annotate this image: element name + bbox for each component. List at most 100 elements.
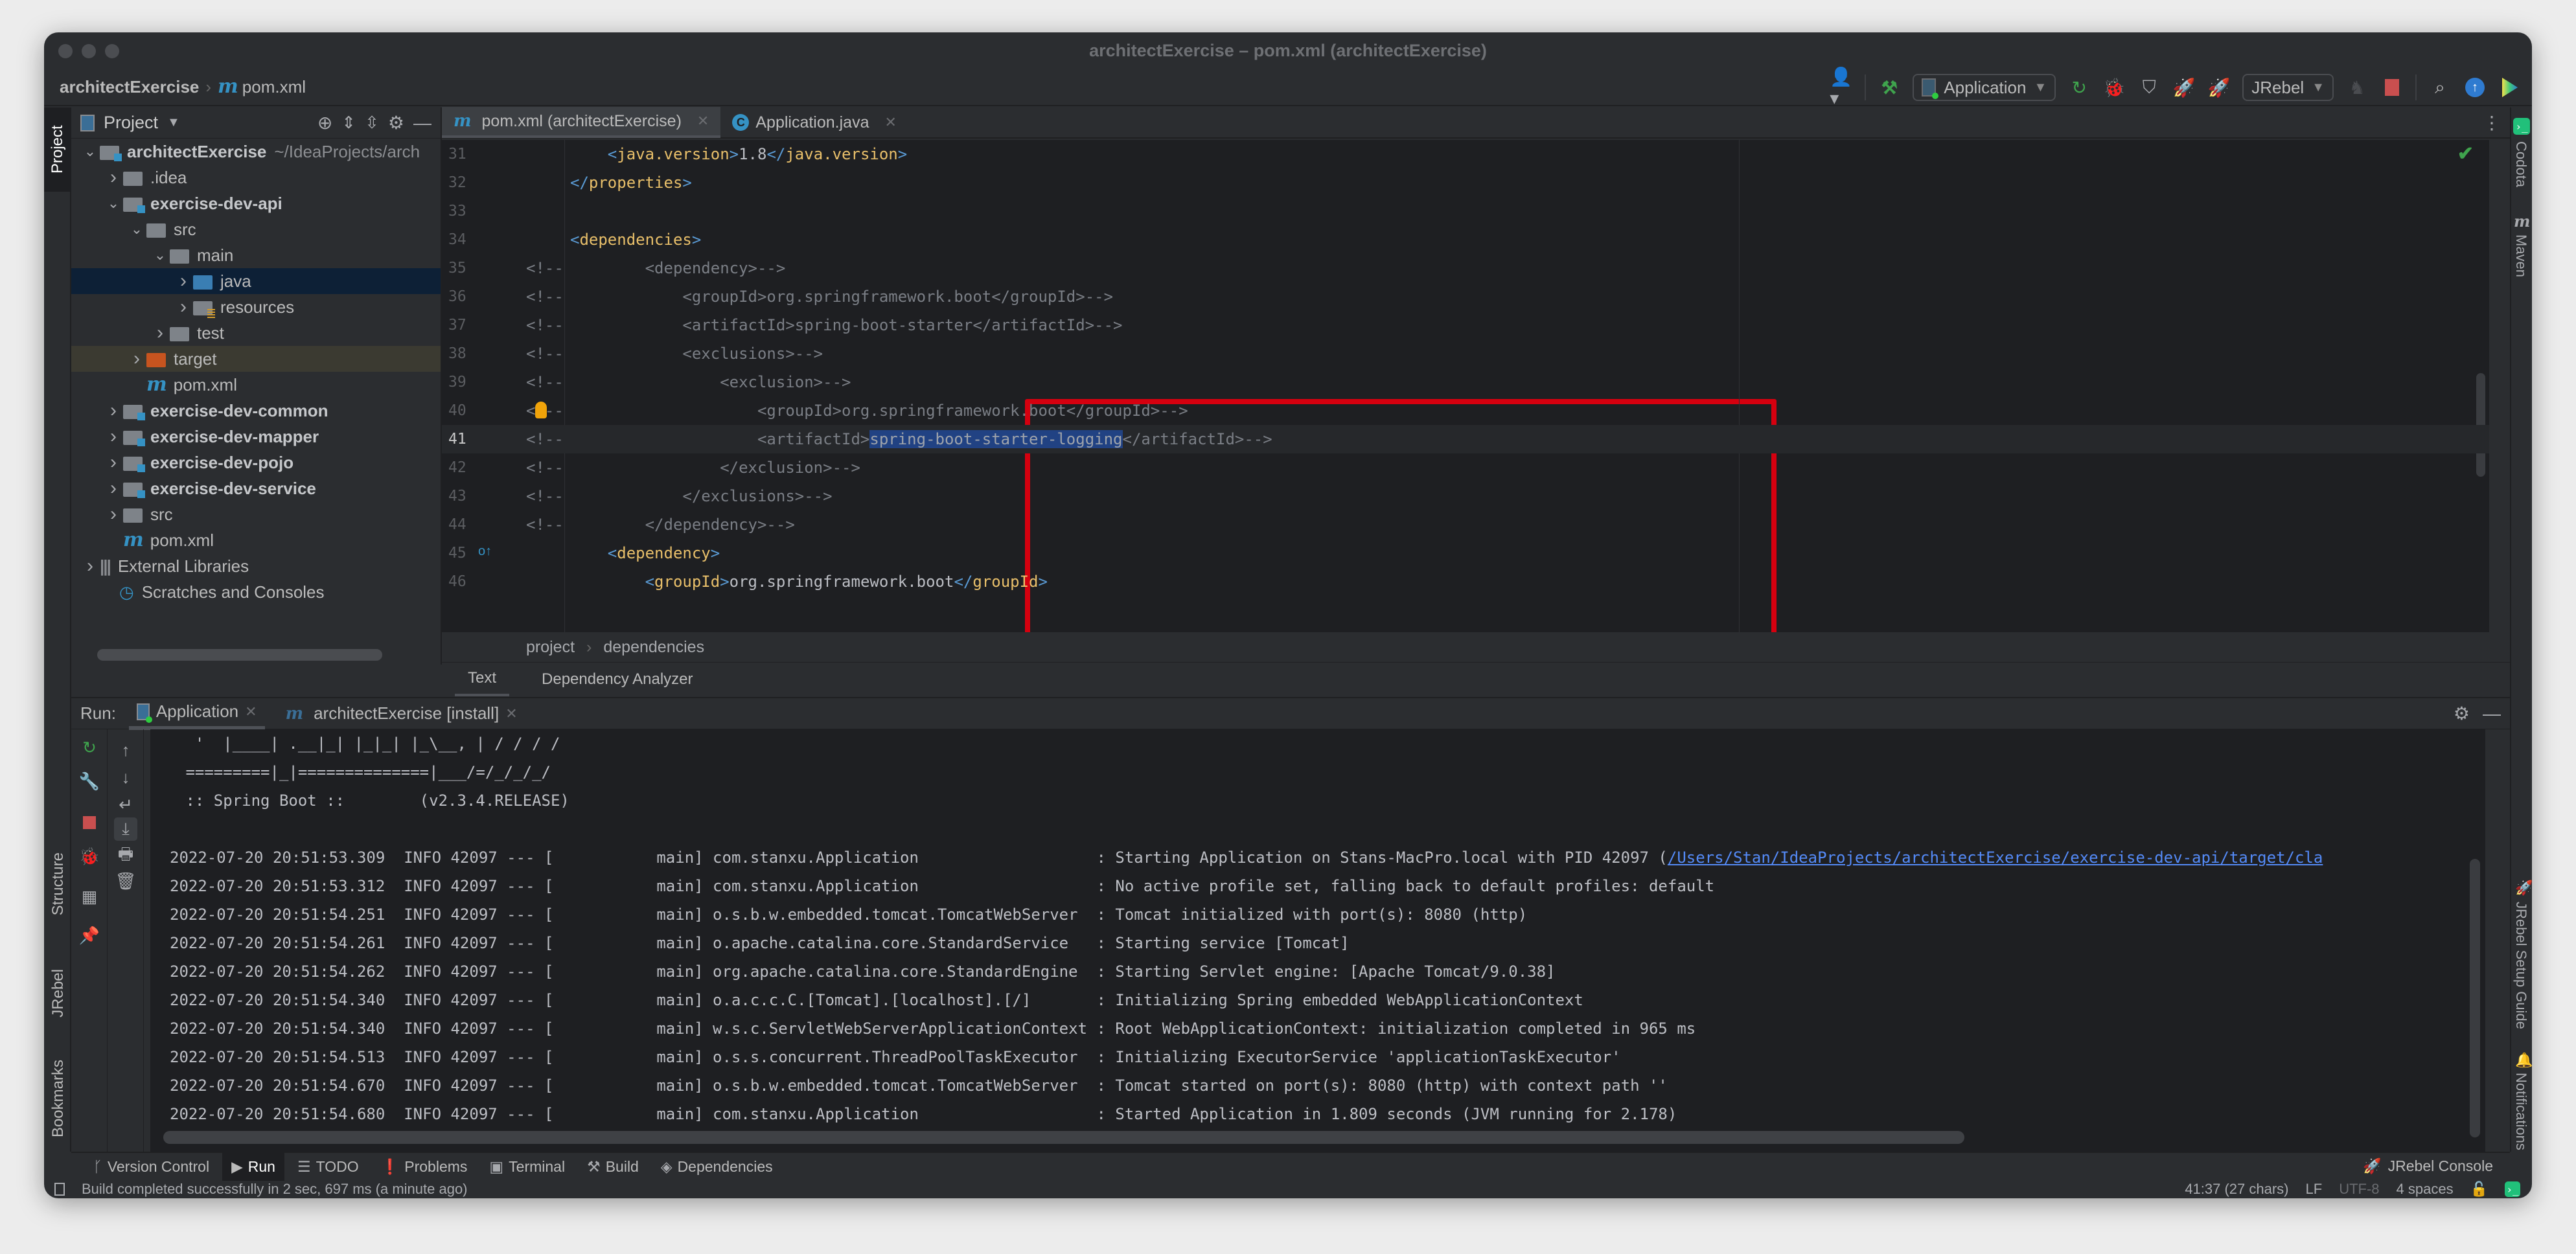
modify-config-wrench-icon[interactable]: 🔧 — [78, 770, 101, 793]
console-file-link[interactable]: /Users/Stan/IdeaProjects/architectExerci… — [1668, 849, 2323, 867]
build-hammer-icon[interactable]: ⚒ — [1878, 76, 1901, 99]
tree-item[interactable]: › src — [71, 501, 441, 527]
rerun-icon[interactable]: ↻ — [78, 736, 101, 759]
project-tool-button[interactable]: Project — [44, 108, 71, 192]
jrebel-tool-button[interactable]: JRebel — [49, 969, 67, 1018]
search-icon[interactable]: ⌕ — [2428, 76, 2452, 99]
structure-tool-button[interactable]: Structure — [49, 852, 67, 915]
project-horizontal-scrollbar[interactable] — [97, 649, 382, 661]
line-separator[interactable]: LF — [2306, 1181, 2323, 1198]
jrebel-setup-guide-button[interactable]: JRebel Setup Guide — [2513, 902, 2529, 1029]
hide-panel-icon[interactable]: — — [2483, 703, 2510, 724]
zoom-window-button[interactable] — [105, 44, 119, 58]
close-icon[interactable]: ✕ — [884, 114, 896, 131]
chevron-right-icon[interactable]: › — [104, 503, 123, 525]
tree-item[interactable]: ⌄ exercise-dev-api — [71, 190, 441, 216]
print-icon[interactable]: 🖶 — [114, 844, 137, 868]
clear-all-icon[interactable]: 🗑 — [114, 869, 137, 893]
tree-item[interactable]: › java — [71, 268, 441, 294]
jrebel-selector[interactable]: JRebel ▼ — [2242, 74, 2334, 101]
hide-panel-icon[interactable]: — — [413, 113, 431, 133]
soft-wrap-icon[interactable]: ↵ — [114, 793, 137, 816]
run-console[interactable]: ' |____| .__|_| |_|_| |_\__, | / / / / =… — [150, 729, 2485, 1152]
tree-item[interactable]: ⌄ main — [71, 242, 441, 268]
vcs-user-icon[interactable]: 👤▾ — [1830, 67, 1853, 108]
console-horizontal-scrollbar[interactable] — [163, 1131, 1964, 1144]
run-tab-maven-install[interactable]: m architectExercise [install] ✕ — [278, 698, 525, 730]
close-icon[interactable]: ✕ — [505, 705, 517, 722]
chevron-right-icon[interactable]: › — [104, 451, 123, 473]
debug-icon[interactable]: 🐞 — [2102, 76, 2126, 99]
tool-tab-build[interactable]: ⚒ Build — [578, 1152, 648, 1181]
close-window-button[interactable] — [58, 44, 73, 58]
jrebel-console-button[interactable]: 🚀 JRebel Console — [2363, 1152, 2493, 1180]
update-icon[interactable]: ↑ — [2463, 76, 2487, 99]
chevron-down-icon[interactable]: ⌄ — [150, 247, 170, 264]
tool-tab-todo[interactable]: ☰ TODO — [288, 1152, 368, 1181]
chevron-down-icon[interactable]: ⌄ — [80, 143, 100, 160]
breadcrumb-project-tag[interactable]: project — [526, 638, 575, 657]
breadcrumb-dependencies-tag[interactable]: dependencies — [603, 638, 704, 657]
tree-item[interactable]: › exercise-dev-mapper — [71, 424, 441, 450]
tree-item[interactable]: › exercise-dev-service — [71, 475, 441, 501]
run-config-selector[interactable]: Application ▼ — [1913, 74, 2056, 101]
stop-icon[interactable] — [78, 811, 101, 834]
coverage-icon[interactable]: ⛉ — [2137, 76, 2161, 99]
chevron-right-icon[interactable]: › — [104, 426, 123, 448]
caret-position[interactable]: 41:37 (27 chars) — [2185, 1181, 2288, 1198]
overrides-icon[interactable]: o↑ — [478, 544, 492, 559]
tree-item[interactable]: › test — [71, 320, 441, 346]
unlock-icon[interactable]: 🔓 — [2470, 1181, 2488, 1198]
scroll-down-icon[interactable]: ↓ — [114, 766, 137, 789]
tree-item[interactable]: › exercise-dev-common — [71, 398, 441, 424]
tree-item[interactable]: ⌄ src — [71, 216, 441, 242]
tab-dependency-analyzer[interactable]: Dependency Analyzer — [529, 663, 706, 696]
chevron-right-icon[interactable]: › — [174, 270, 193, 292]
scroll-to-end-icon[interactable]: ⤓ — [114, 817, 137, 841]
indent-setting[interactable]: 4 spaces — [2397, 1181, 2454, 1198]
codota-tool-button[interactable]: Codota — [2513, 141, 2529, 187]
chevron-down-icon[interactable]: ⌄ — [127, 221, 146, 238]
run-tab-application[interactable]: Application ✕ — [128, 698, 265, 730]
stop-icon[interactable] — [2380, 76, 2404, 99]
jrebel-run-icon[interactable]: 🚀 — [2172, 76, 2196, 99]
breadcrumb-project[interactable]: architectExercise — [60, 77, 199, 97]
tree-item[interactable]: › resources — [71, 294, 441, 320]
project-view-selector[interactable]: Project — [104, 113, 158, 133]
jrebel-debug-icon[interactable]: 🚀 — [2207, 76, 2231, 99]
more-options-icon[interactable]: ⋮ — [2483, 112, 2510, 133]
breadcrumb-file[interactable]: pom.xml — [242, 77, 306, 97]
tool-tab-run[interactable]: ▶ Run — [222, 1152, 284, 1181]
chevron-down-icon[interactable]: ▼ — [167, 115, 180, 130]
minimize-window-button[interactable] — [82, 44, 96, 58]
jrebel-rabbit-icon[interactable]: ♞ — [2345, 76, 2369, 99]
file-encoding[interactable]: UTF-8 — [2339, 1181, 2379, 1198]
rerun-icon[interactable]: ↻ — [2067, 76, 2091, 99]
scroll-up-icon[interactable]: ↑ — [114, 738, 137, 762]
restore-layout-icon[interactable]: ▦ — [78, 885, 101, 908]
tool-tab-terminal[interactable]: ▣ Terminal — [480, 1152, 574, 1181]
code-editor[interactable]: ✔ 31 <java.version>1.8</java.version> 32 <… — [442, 140, 2489, 632]
tree-item[interactable]: m pom.xml — [71, 372, 441, 398]
chevron-right-icon[interactable]: › — [127, 348, 146, 370]
chevron-right-icon[interactable]: › — [174, 296, 193, 318]
tree-item[interactable]: ◷ Scratches and Consoles — [71, 579, 441, 605]
notifications-tool-button[interactable]: Notifications — [2513, 1073, 2529, 1150]
close-icon[interactable]: ✕ — [697, 113, 709, 130]
chevron-right-icon[interactable]: › — [104, 400, 123, 422]
tool-tab-problems[interactable]: ❗ Problems — [372, 1152, 477, 1181]
chevron-right-icon[interactable]: › — [104, 477, 123, 499]
tab-application-java[interactable]: C Application.java ✕ — [720, 107, 908, 138]
maven-tool-button[interactable]: Maven — [2513, 234, 2529, 277]
codota-status-icon[interactable]: ›_ — [2505, 1181, 2520, 1197]
tool-tab-version-control[interactable]: ᚴ Version Control — [84, 1152, 218, 1181]
tree-item[interactable]: ⌄ architectExercise ~/IdeaProjects/arch — [71, 139, 441, 165]
tab-pom-xml[interactable]: m pom.xml (architectExercise) ✕ — [442, 107, 721, 138]
chevron-right-icon[interactable]: › — [104, 166, 123, 188]
chevron-right-icon[interactable]: › — [150, 322, 170, 344]
collapse-all-icon[interactable]: ⇳ — [365, 113, 379, 133]
tree-item[interactable]: › target — [71, 346, 441, 372]
tool-tab-dependencies[interactable]: ◈ Dependencies — [652, 1152, 782, 1181]
pin-tab-icon[interactable]: 📌 — [78, 924, 101, 947]
attach-debugger-icon[interactable]: 🐞 — [78, 845, 101, 868]
